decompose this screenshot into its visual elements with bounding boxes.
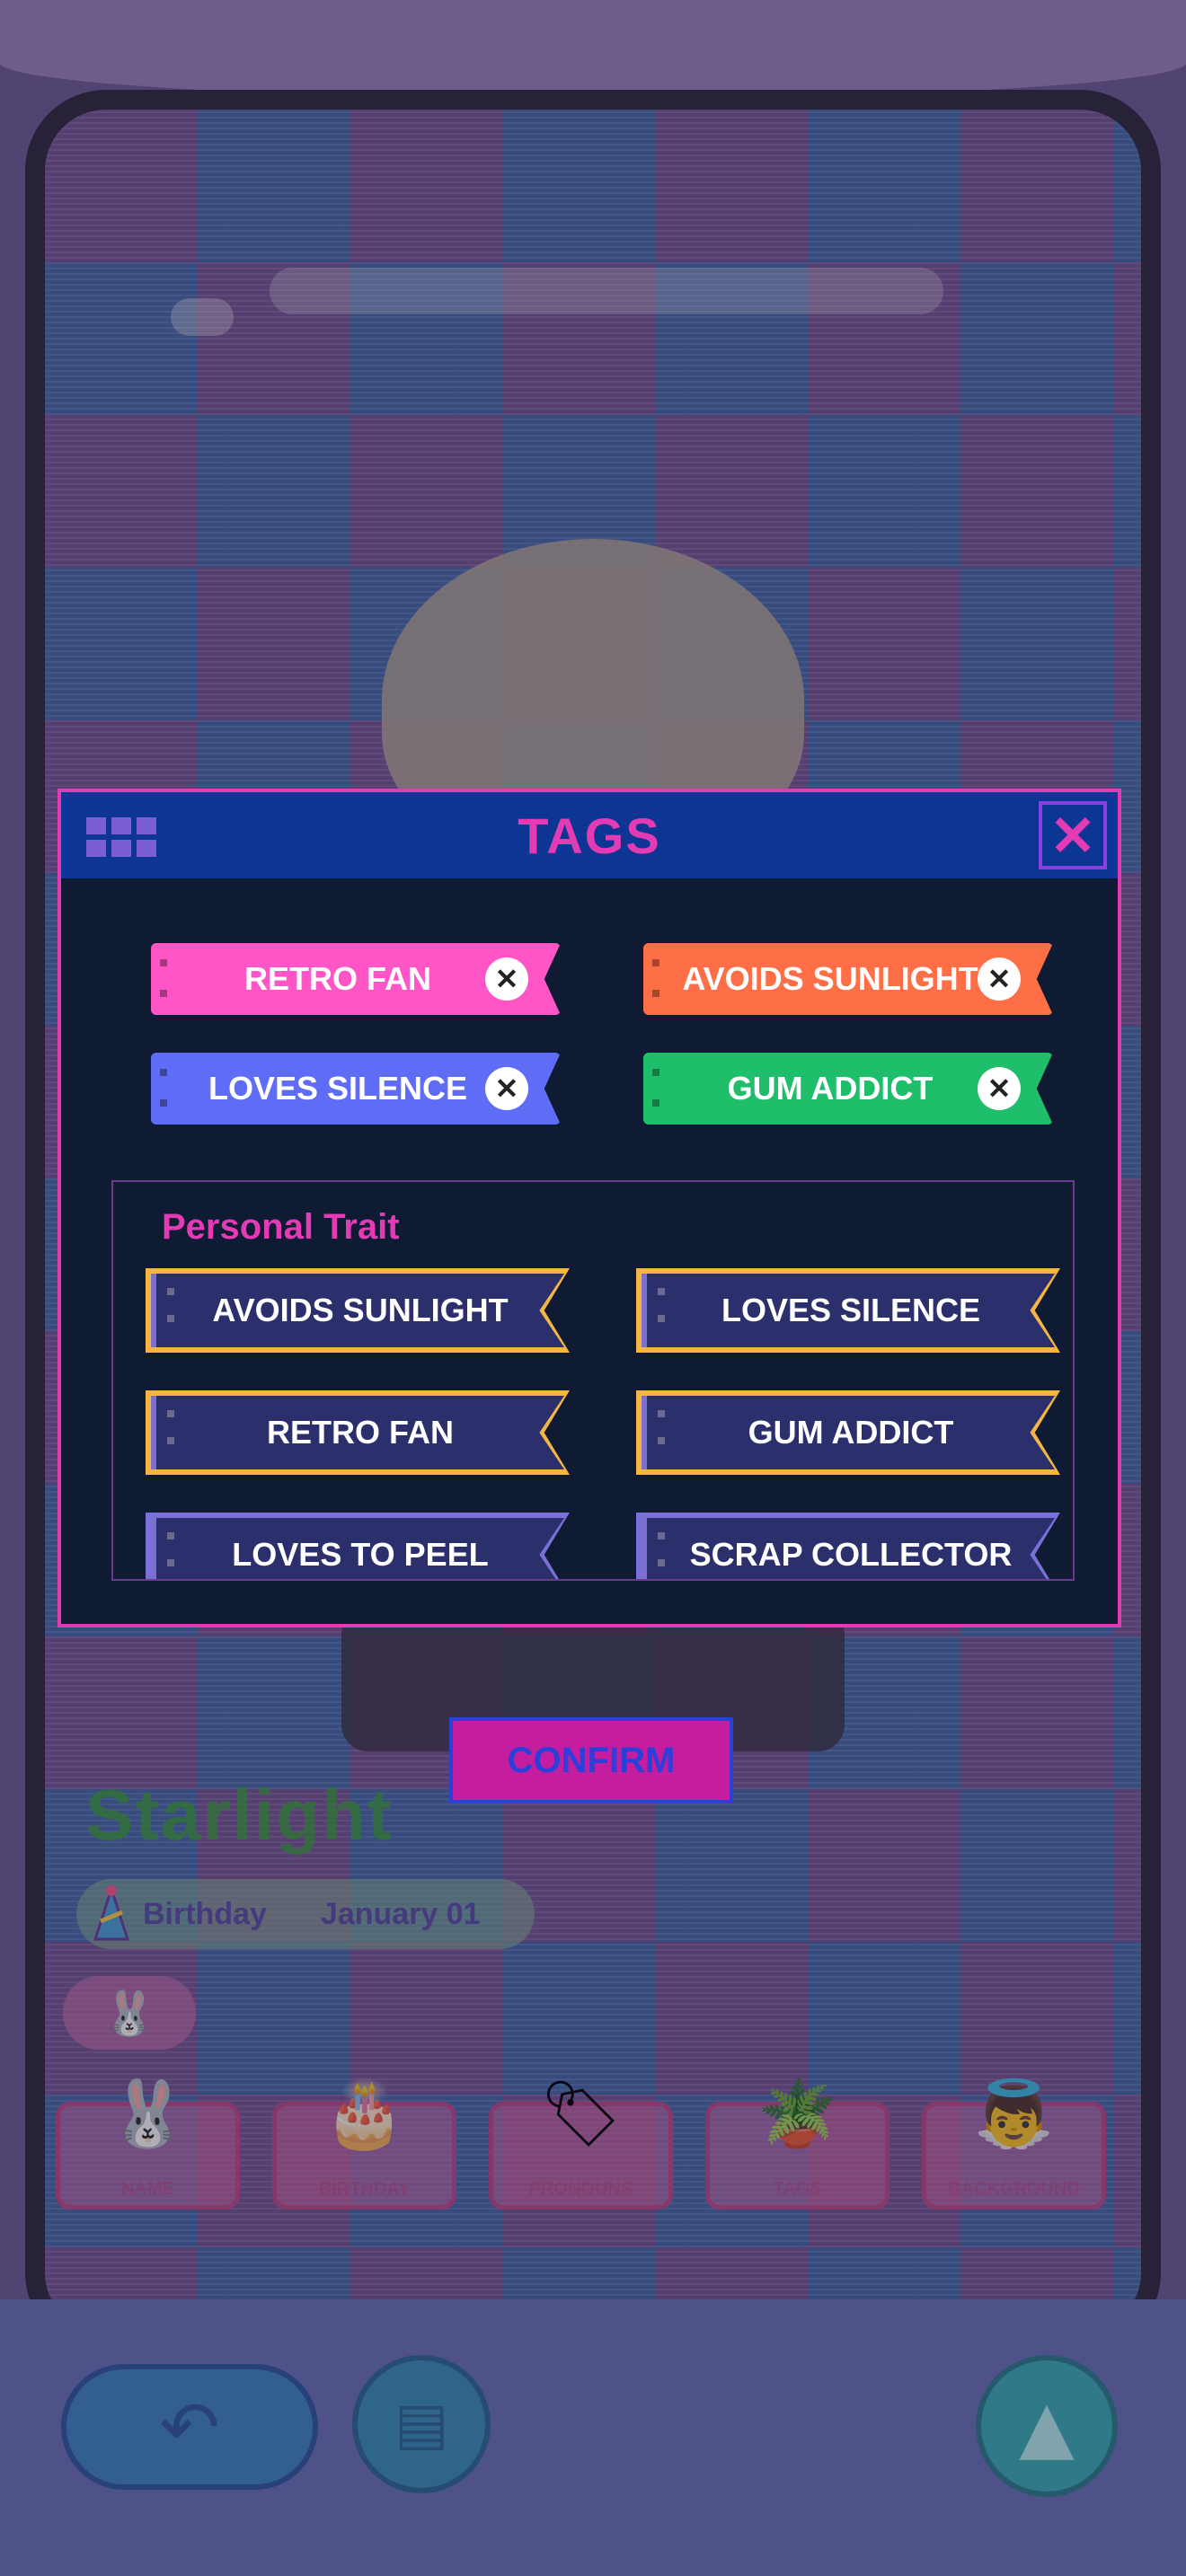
trait-label: GUM ADDICT <box>748 1414 954 1451</box>
tag-perforation <box>160 1069 167 1107</box>
close-button[interactable]: ✕ <box>1039 801 1107 869</box>
selected-tag[interactable]: GUM ADDICT ✕ <box>643 1053 1053 1125</box>
trait-label: LOVES TO PEEL <box>232 1536 489 1573</box>
remove-tag-icon[interactable]: ✕ <box>485 1067 528 1110</box>
remove-tag-icon[interactable]: ✕ <box>978 1067 1021 1110</box>
tag-perforation <box>652 1069 659 1107</box>
trait-label: AVOIDS SUNLIGHT <box>212 1292 509 1328</box>
remove-tag-icon[interactable]: ✕ <box>978 957 1021 1001</box>
trait-label: RETRO FAN <box>266 1414 454 1451</box>
confirm-button[interactable]: CONFIRM <box>449 1717 733 1804</box>
trait-tag[interactable]: LOVES TO PEEL <box>146 1513 570 1579</box>
personal-trait-panel[interactable]: Personal Trait AVOIDS SUNLIGHT LOVES SIL… <box>111 1180 1075 1581</box>
modal-title: TAGS <box>518 807 661 864</box>
trait-label: SCRAP COLLECTOR <box>689 1536 1013 1573</box>
trait-tag[interactable]: RETRO FAN <box>146 1390 570 1475</box>
trait-tag[interactable]: SCRAP COLLECTOR <box>636 1513 1060 1579</box>
remove-tag-icon[interactable]: ✕ <box>485 957 528 1001</box>
trait-tag[interactable]: AVOIDS SUNLIGHT <box>146 1268 570 1353</box>
trait-tag[interactable]: GUM ADDICT <box>636 1390 1060 1475</box>
tags-modal: TAGS ✕ RETRO FAN ✕ AVOIDS SUNLIGHT ✕ LOV… <box>58 789 1121 1628</box>
section-title: Personal Trait <box>162 1207 400 1247</box>
selected-tag[interactable]: AVOIDS SUNLIGHT ✕ <box>643 943 1053 1015</box>
selected-tag[interactable]: LOVES SILENCE ✕ <box>151 1053 561 1125</box>
tag-perforation <box>160 959 167 997</box>
tag-perforation <box>652 959 659 997</box>
close-icon: ✕ <box>1049 805 1096 868</box>
trait-tag[interactable]: LOVES SILENCE <box>636 1268 1060 1353</box>
trait-label: LOVES SILENCE <box>721 1292 981 1328</box>
selected-tag[interactable]: RETRO FAN ✕ <box>151 943 561 1015</box>
